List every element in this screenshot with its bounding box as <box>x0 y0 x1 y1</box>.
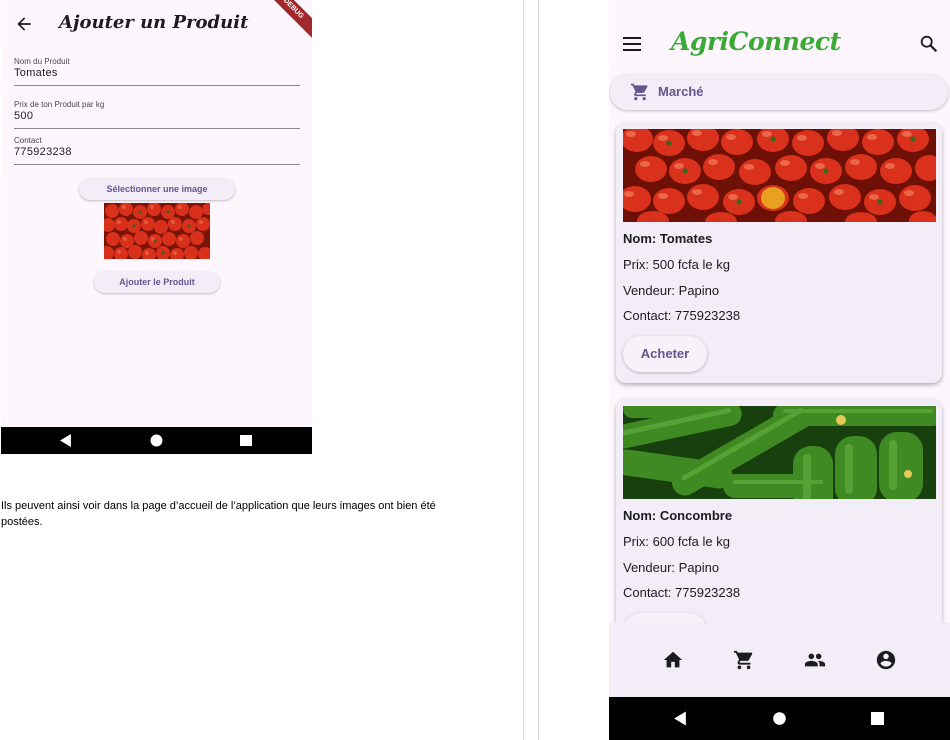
tomatoes-photo <box>623 129 936 222</box>
market-tab[interactable]: Marché <box>610 74 948 110</box>
contact-field[interactable]: Contact 775923238 <box>14 136 300 165</box>
system-nav-bar <box>609 697 950 740</box>
product-seller: Vendeur: Papino <box>623 283 720 298</box>
caption-text: Ils peuvent ainsi voir dans la page d’ac… <box>1 500 436 528</box>
home-screen: AgriConnect Marché Nom: Tomates Prix: 50… <box>609 0 950 740</box>
home-icon[interactable] <box>662 649 684 671</box>
menu-icon[interactable] <box>623 35 643 53</box>
field-value[interactable]: 500 <box>14 110 300 128</box>
add-product-button[interactable]: Ajouter le Produit <box>94 271 220 293</box>
product-card: Nom: Concombre Prix: 600 fcfa le kg Vend… <box>616 399 942 660</box>
back-icon[interactable] <box>59 434 72 447</box>
product-name: Nom: Concombre <box>623 508 733 523</box>
system-nav-bar <box>1 427 312 454</box>
field-label: Nom du Produit <box>14 57 70 66</box>
field-label: Contact <box>14 136 42 145</box>
product-contact: Contact: 775923238 <box>623 308 741 323</box>
product-seller: Vendeur: Papino <box>623 560 720 575</box>
product-image-preview <box>104 203 210 259</box>
product-name-field[interactable]: Nom du Produit Tomates <box>14 57 300 86</box>
search-icon[interactable] <box>918 33 940 55</box>
account-icon[interactable] <box>875 649 897 671</box>
arrow-back-icon[interactable] <box>14 14 34 34</box>
product-price: Prix: 600 fcfa le kg <box>623 534 730 549</box>
product-price-field[interactable]: Prix de ton Produit par kg 500 <box>14 100 300 129</box>
product-name: Nom: Tomates <box>623 231 713 246</box>
debug-banner: DEBUG <box>263 0 312 39</box>
page-title: Ajouter un Produit <box>59 12 249 33</box>
cart-icon <box>630 83 648 101</box>
app-bar: Ajouter un Produit DEBUG <box>1 0 312 52</box>
back-icon[interactable] <box>673 711 687 726</box>
product-card: Nom: Tomates Prix: 500 fcfa le kg Vendeu… <box>616 122 942 383</box>
home-circle-icon[interactable] <box>150 434 163 447</box>
select-image-button[interactable]: Sélectionner une image <box>79 178 235 200</box>
product-contact: Contact: 775923238 <box>623 585 741 600</box>
recents-icon[interactable] <box>240 435 252 446</box>
product-image <box>623 406 936 499</box>
divider <box>523 0 524 740</box>
cart-icon[interactable] <box>733 649 755 671</box>
home-circle-icon[interactable] <box>773 712 786 725</box>
divider <box>538 0 539 740</box>
recents-icon[interactable] <box>871 712 884 725</box>
buy-button[interactable]: Acheter <box>623 336 707 372</box>
field-value[interactable]: Tomates <box>14 67 300 85</box>
people-icon[interactable] <box>804 649 826 671</box>
app-logo-text: AgriConnect <box>671 27 841 56</box>
bottom-navigation <box>609 623 950 697</box>
product-price: Prix: 500 fcfa le kg <box>623 257 730 272</box>
market-label: Marché <box>658 84 704 99</box>
product-image <box>623 129 936 222</box>
add-product-screen: Ajouter un Produit DEBUG Nom du Produit … <box>1 0 312 454</box>
cucumbers-photo <box>623 406 936 499</box>
field-value[interactable]: 775923238 <box>14 146 300 164</box>
field-label: Prix de ton Produit par kg <box>14 100 105 109</box>
tomatoes-photo <box>104 203 210 259</box>
